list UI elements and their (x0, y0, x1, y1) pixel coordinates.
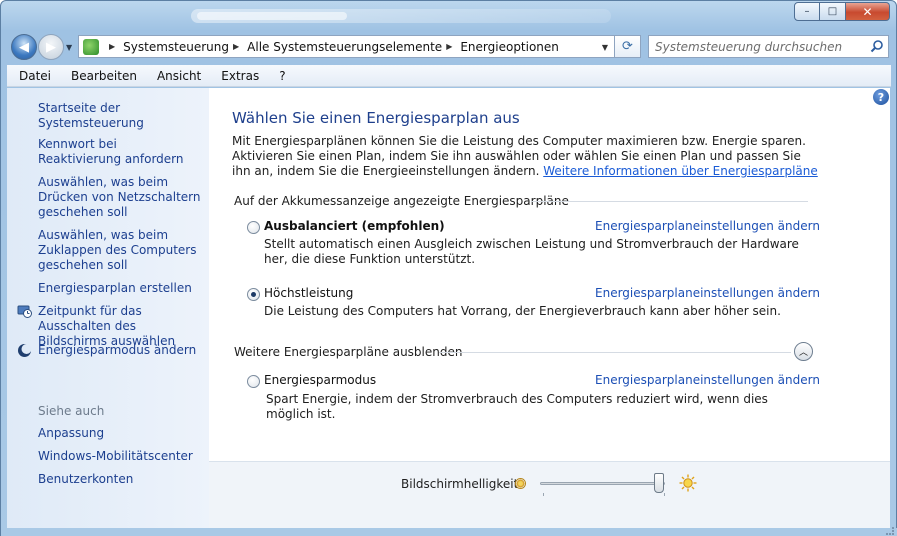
main-panel: ? Wählen Sie einen Energiesparplan aus M… (209, 88, 890, 461)
slider-ticks (543, 493, 665, 496)
page-title: Wählen Sie einen Energiesparplan aus (232, 109, 520, 127)
brightness-slider-track[interactable] (540, 482, 665, 485)
brightness-slider-thumb[interactable] (653, 473, 664, 493)
menu-bar: Datei Bearbeiten Ansicht Extras ? (7, 65, 891, 87)
plan-settings-link-hoechstleistung[interactable]: Energiesparplaneinstellungen ändern (595, 286, 820, 300)
see-also-mobilitaetscenter[interactable]: Windows-Mobilitätscenter (38, 449, 203, 464)
window-frame: – □ ✕ ◀ ▶ ▼ ▶ Systemsteuerung ▶ Alle Sys… (0, 0, 897, 536)
section-divider (439, 352, 791, 353)
see-also-anpassung[interactable]: Anpassung (38, 426, 203, 441)
bright-sun-icon (679, 474, 697, 492)
chevron-right-icon[interactable]: ▶ (109, 42, 115, 51)
section-hidden-plans[interactable]: Weitere Energiesparpläne ausblenden (234, 345, 462, 359)
plan-name-ausbalanciert[interactable]: Ausbalanciert (empfohlen) (264, 219, 445, 233)
see-also-heading: Siehe auch (38, 404, 105, 418)
brightness-label: Bildschirmhelligkeit: (401, 477, 523, 491)
menu-bearbeiten[interactable]: Bearbeiten (59, 69, 145, 83)
monitor-clock-icon (17, 305, 32, 318)
back-button[interactable]: ◀ (11, 34, 37, 60)
collapse-chevron-up-icon[interactable]: ︿ (794, 342, 813, 361)
plan-desc-hoechstleistung: Die Leistung des Computers hat Vorrang, … (264, 304, 781, 318)
sidebar-link-netzschalter[interactable]: Auswählen, was beim Drücken von Netzscha… (38, 175, 203, 220)
resize-grip-icon[interactable] (886, 527, 894, 535)
plan-name-hoechstleistung[interactable]: Höchstleistung (264, 286, 353, 300)
task-pane: Startseite der Systemsteuerung Kennwort … (7, 88, 209, 528)
forward-button[interactable]: ▶ (38, 34, 64, 60)
menu-datei[interactable]: Datei (7, 69, 59, 83)
recent-pages-dropdown-icon[interactable]: ▼ (66, 43, 72, 52)
breadcrumb-energieoptionen[interactable]: Energieoptionen (460, 40, 559, 54)
chevron-right-icon[interactable]: ▶ (446, 42, 452, 51)
menu-extras[interactable]: Extras (209, 69, 267, 83)
breadcrumb-systemsteuerung[interactable]: Systemsteuerung (123, 40, 229, 54)
search-icon[interactable] (870, 39, 884, 53)
maximize-button[interactable]: □ (820, 2, 846, 21)
section-divider (531, 201, 808, 202)
help-icon[interactable]: ? (873, 89, 889, 105)
minimize-button[interactable]: – (794, 2, 820, 21)
breadcrumb-alle-elemente[interactable]: Alle Systemsteuerungselemente (247, 40, 442, 54)
menu-help[interactable]: ? (267, 69, 293, 83)
sidebar-link-kennwort[interactable]: Kennwort bei Reaktivierung anfordern (38, 137, 203, 167)
title-bar[interactable]: – □ ✕ (1, 1, 896, 31)
window-bottom-border (1, 527, 897, 536)
navigation-row: ◀ ▶ ▼ ▶ Systemsteuerung ▶ Alle Systemste… (1, 31, 896, 63)
radio-hoechstleistung[interactable] (247, 288, 260, 301)
dim-brightness-icon (515, 478, 526, 489)
plan-desc-energiesparmodus: Spart Energie, indem der Stromverbrauch … (266, 392, 768, 421)
plan-desc-ausbalanciert: Stellt automatisch einen Ausgleich zwisc… (264, 237, 799, 266)
radio-ausbalanciert[interactable] (247, 221, 260, 234)
menu-ansicht[interactable]: Ansicht (145, 69, 209, 83)
plan-settings-link-ausbalanciert[interactable]: Energiesparplaneinstellungen ändern (595, 219, 820, 233)
search-input[interactable] (649, 36, 859, 57)
more-info-link[interactable]: Weitere Informationen über Energiesparpl… (543, 164, 818, 178)
search-box[interactable] (648, 35, 889, 58)
sidebar-link-startseite[interactable]: Startseite der Systemsteuerung (38, 101, 203, 131)
plan-name-energiesparmodus[interactable]: Energiesparmodus (264, 373, 376, 387)
intro-text: Mit Energiesparplänen können Sie die Lei… (232, 134, 822, 179)
see-also-benutzerkonten[interactable]: Benutzerkonten (38, 472, 203, 487)
chevron-right-icon[interactable]: ▶ (233, 42, 239, 51)
sidebar-link-plan-erstellen[interactable]: Energiesparplan erstellen (38, 281, 203, 296)
section-shown-plans: Auf der Akkumessanzeige angezeigte Energ… (234, 194, 569, 208)
sidebar-link-energiesparmodus[interactable]: Energiesparmodus ändern (38, 343, 203, 358)
radio-energiesparmodus[interactable] (247, 375, 260, 388)
brightness-bar: Bildschirmhelligkeit: (209, 461, 890, 528)
address-dropdown-icon[interactable]: ▼ (602, 43, 608, 52)
close-button[interactable]: ✕ (846, 2, 890, 21)
moon-icon (18, 344, 32, 357)
plan-settings-link-energiesparmodus[interactable]: Energiesparplaneinstellungen ändern (595, 373, 820, 387)
control-panel-icon (83, 38, 99, 55)
title-text-blurred (191, 9, 611, 23)
sidebar-link-zuklappen[interactable]: Auswählen, was beim Zuklappen des Comput… (38, 228, 203, 273)
content-area: Startseite der Systemsteuerung Kennwort … (7, 88, 890, 528)
address-bar[interactable]: ▶ Systemsteuerung ▶ Alle Systemsteuerung… (78, 35, 615, 58)
refresh-button[interactable]: ⟳ (615, 35, 641, 58)
